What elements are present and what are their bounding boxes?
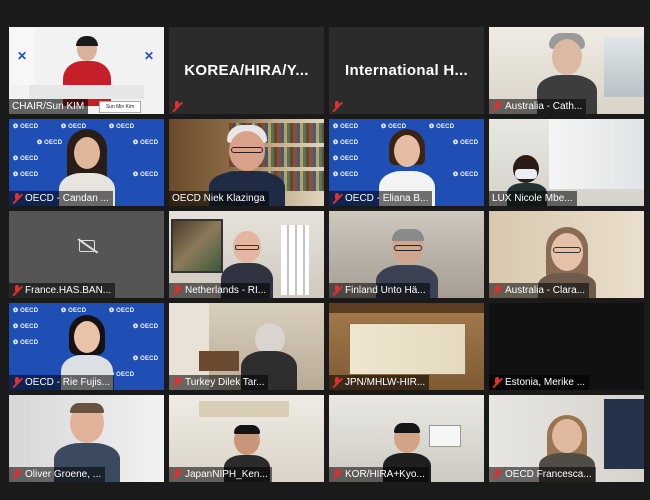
participant-name-tag: Netherlands - RI... (169, 283, 271, 298)
participant-name: Australia - Clara... (505, 285, 586, 296)
muted-mic-icon (332, 377, 343, 388)
participant-name: Estonia, Merike ... (505, 377, 586, 388)
participant-name: France.HAS.BAN... (25, 285, 112, 296)
muted-mic-icon (172, 101, 183, 112)
participant-name: Australia - Cath... (505, 101, 583, 112)
video-tile[interactable]: France.HAS.BAN... (9, 211, 164, 298)
video-tile[interactable]: JPN/MHLW-HIR... (329, 303, 484, 390)
oecd-logo: ❂ OECD (13, 308, 39, 314)
muted-mic-icon (492, 377, 503, 388)
participant-name: LUX Nicole Mbe... (492, 193, 573, 204)
muted-mic-icon (492, 285, 503, 296)
participant-name: Netherlands - RI... (185, 285, 267, 296)
video-tile[interactable]: Australia - Cath... (489, 27, 644, 114)
video-tile[interactable]: Netherlands - RI... (169, 211, 324, 298)
muted-mic-icon (12, 469, 23, 480)
nameplate: Sun Min Kim (99, 101, 141, 113)
video-tile[interactable]: KOR/HIRA+Kyo... (329, 395, 484, 482)
participant-name: OECD Niek Klazinga (172, 193, 265, 204)
participant-name-tag: OECD - Eliana B... (329, 191, 433, 206)
video-tile[interactable]: Estonia, Merike ... (489, 303, 644, 390)
participant-name: KOR/HIRA+Kyo... (345, 469, 425, 480)
participant-name: OECD - Candan ... (25, 193, 109, 204)
participant-name-tag: Oliver Groene, ... (9, 467, 106, 482)
gallery-grid: ✕ ✕ Sun Min Kim CHAIR/Sun KIM KOREA/HIRA… (0, 0, 650, 500)
video-tile[interactable]: Oliver Groene, ... (9, 395, 164, 482)
video-tile[interactable]: Australia - Clara... (489, 211, 644, 298)
video-tile[interactable]: ❂ OECD ❂ OECD ❂ OECD ❂ OECD ❂ OECD ❂ OEC… (329, 119, 484, 206)
participant-name-tag: JapanNIPH_Ken... (169, 467, 272, 482)
oecd-logo: ❂ OECD (333, 124, 359, 130)
participant-name: OECD Francesca... (505, 469, 592, 480)
participant-name: Finland Unto Hä... (345, 285, 426, 296)
participant-name: CHAIR/Sun KIM (12, 101, 85, 112)
muted-mic-icon (12, 285, 23, 296)
participant-name-tag (169, 99, 186, 114)
video-tile[interactable]: OECD Francesca... (489, 395, 644, 482)
muted-mic-icon (492, 469, 503, 480)
muted-mic-icon (172, 377, 183, 388)
muted-mic-icon (492, 101, 503, 112)
video-tile[interactable]: ❂ OECD ❂ OECD ❂ OECD ❂ OECD ❂ OECD ❂ OEC… (9, 119, 164, 206)
participant-display-name: KOREA/HIRA/Y... (184, 62, 309, 79)
camera-off-icon (78, 239, 95, 252)
muted-mic-icon (172, 469, 183, 480)
participant-name: OECD - Eliana B... (345, 193, 429, 204)
video-tile[interactable]: International H... (329, 27, 484, 114)
participant-name-tag: KOR/HIRA+Kyo... (329, 467, 429, 482)
participant-name-tag: Australia - Cath... (489, 99, 587, 114)
participant-name-tag: LUX Nicole Mbe... (489, 191, 577, 206)
muted-mic-icon (12, 377, 23, 388)
participant-name-tag (329, 99, 346, 114)
video-tile[interactable]: Finland Unto Hä... (329, 211, 484, 298)
video-tile[interactable]: ✕ ✕ Sun Min Kim CHAIR/Sun KIM (9, 27, 164, 114)
participant-name: Turkey Dilek Tar... (185, 377, 265, 388)
participant-name: Oliver Groene, ... (25, 469, 102, 480)
participant-name-tag: France.HAS.BAN... (9, 283, 116, 298)
oecd-logo: ❂ OECD (13, 124, 39, 130)
participant-name-tag: OECD Francesca... (489, 467, 596, 482)
participant-name-tag: OECD - Rie Fujis... (9, 375, 115, 390)
participant-name-tag: CHAIR/Sun KIM (9, 99, 89, 114)
participant-name: OECD - Rie Fujis... (25, 377, 111, 388)
wall-painting (171, 219, 223, 273)
muted-mic-icon (332, 285, 343, 296)
muted-mic-icon (12, 193, 23, 204)
video-tile-active-speaker[interactable]: OECD Niek Klazinga (169, 119, 324, 206)
muted-mic-icon (332, 469, 343, 480)
video-tile[interactable]: KOREA/HIRA/Y... (169, 27, 324, 114)
video-tile[interactable]: JapanNIPH_Ken... (169, 395, 324, 482)
participant-name-tag: Australia - Clara... (489, 283, 590, 298)
participant-name-tag: OECD Niek Klazinga (169, 191, 269, 206)
video-tile[interactable]: LUX Nicole Mbe... (489, 119, 644, 206)
participant-name-tag: Turkey Dilek Tar... (169, 375, 269, 390)
participant-display-name: International H... (345, 62, 468, 79)
muted-mic-icon (172, 285, 183, 296)
participant-name-tag: Estonia, Merike ... (489, 375, 590, 390)
muted-mic-icon (332, 101, 343, 112)
participant-name-tag: OECD - Candan ... (9, 191, 113, 206)
video-tile[interactable]: ❂ OECD ❂ OECD ❂ OECD ❂ OECD ❂ OECD ❂ OEC… (9, 303, 164, 390)
participant-name: JapanNIPH_Ken... (185, 469, 268, 480)
video-tile[interactable]: Turkey Dilek Tar... (169, 303, 324, 390)
muted-mic-icon (332, 193, 343, 204)
participant-name: JPN/MHLW-HIR... (345, 377, 426, 388)
participant-name-tag: JPN/MHLW-HIR... (329, 375, 430, 390)
participant-name-tag: Finland Unto Hä... (329, 283, 430, 298)
